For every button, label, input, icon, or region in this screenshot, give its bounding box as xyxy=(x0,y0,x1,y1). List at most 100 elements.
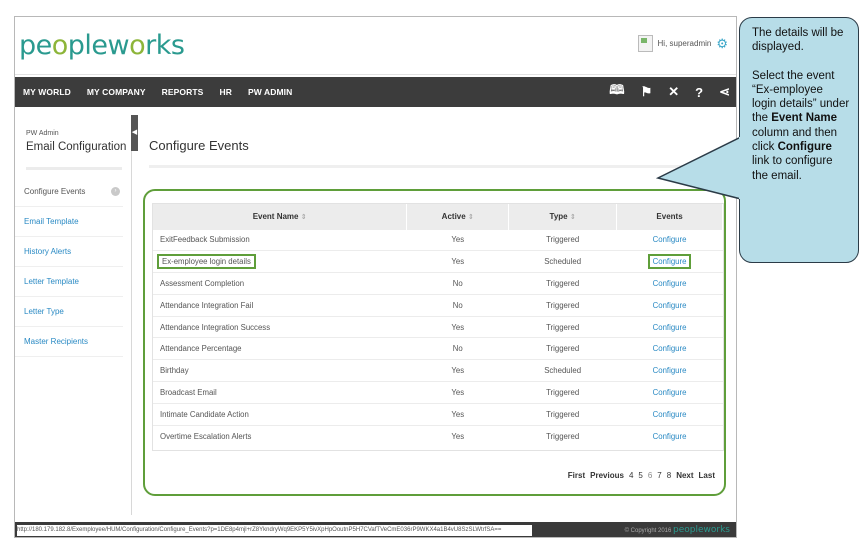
sidebar-item-label: Configure Events xyxy=(24,187,86,196)
type-cell-text: Scheduled xyxy=(544,366,582,376)
configure-link[interactable]: Configure xyxy=(653,366,687,375)
column-header-event-name[interactable]: Event Name ⇕ xyxy=(153,204,408,229)
pager-page[interactable]: 5 xyxy=(638,471,642,480)
active-cell-text: Yes xyxy=(451,431,465,441)
type-cell: Scheduled xyxy=(508,250,617,273)
nav-item-hr[interactable]: HR xyxy=(211,87,239,97)
sidebar-item-email-template[interactable]: Email Template xyxy=(15,207,123,237)
sort-icon: ⇕ xyxy=(467,213,474,221)
gear-icon[interactable]: ⚙ xyxy=(716,37,728,50)
type-cell-text: Triggered xyxy=(546,409,580,419)
type-cell-text: Triggered xyxy=(546,235,580,245)
event-name-cell: ExitFeedback Submission xyxy=(153,228,407,251)
configure-link[interactable]: Configure xyxy=(653,235,687,244)
events-cell: Configure xyxy=(616,315,723,338)
help-icon[interactable]: ? xyxy=(695,85,703,100)
pager-first[interactable]: First xyxy=(568,471,585,480)
configure-link[interactable]: Configure xyxy=(653,323,687,332)
event-name-cell: Attendance Integration Fail xyxy=(153,293,407,317)
sidebar-title: Email Configuration xyxy=(26,141,127,153)
status-url: http://180.179.182.8/Exemployee/HUM/Conf… xyxy=(17,525,532,536)
nav-item-pw-admin[interactable]: PW ADMIN xyxy=(240,87,300,97)
event-name-cell: Broadcast Email xyxy=(153,381,407,404)
sidebar-item-label: Master Recipients xyxy=(24,337,89,346)
nav-item-reports[interactable]: REPORTS xyxy=(154,87,212,97)
book-icon[interactable]: 🕮 xyxy=(609,81,624,103)
sidebar-item-letter-type[interactable]: Letter Type xyxy=(15,297,123,327)
event-name-cell-text: Ex-employee login details xyxy=(157,254,256,270)
active-cell: Yes xyxy=(406,228,509,251)
event-name-cell: Intimate Candidate Action xyxy=(153,402,407,426)
pager-page[interactable]: 8 xyxy=(667,471,671,480)
event-name-cell: Attendance Percentage xyxy=(153,337,407,360)
sidebar: PW Admin Email Configuration Configure E… xyxy=(15,115,132,515)
active-cell: Yes xyxy=(406,250,509,273)
pager-next[interactable]: Next xyxy=(676,471,693,480)
sidebar-item-label: Letter Type xyxy=(24,307,64,316)
table-row: Overtime Escalation Alerts Yes Triggered Co… xyxy=(153,424,723,447)
active-cell-text: Yes xyxy=(451,387,465,397)
nav-item-my-company[interactable]: MY COMPANY xyxy=(79,87,154,97)
sidebar-item-letter-template[interactable]: Letter Template xyxy=(15,267,123,297)
flag-icon[interactable]: ⚑ xyxy=(641,84,653,100)
sidebar-item-history-alerts[interactable]: History Alerts xyxy=(15,237,123,267)
events-cell: Configure xyxy=(616,293,723,317)
events-table: Event Name ⇕ Active ⇕ Type ⇕ Events Exit… xyxy=(153,204,723,447)
type-cell: Triggered xyxy=(508,315,617,338)
type-cell-text: Triggered xyxy=(546,387,580,397)
configure-link[interactable]: Configure xyxy=(653,301,687,310)
user-avatar[interactable] xyxy=(637,35,653,52)
peopleworks-logo[interactable]: peopleworks xyxy=(19,30,185,61)
chevron-right-icon: › xyxy=(111,187,120,196)
pager-last[interactable]: Last xyxy=(699,471,715,480)
table-header-row: Event Name ⇕ Active ⇕ Type ⇕ Events xyxy=(153,204,723,229)
pager-previous[interactable]: Previous xyxy=(590,471,624,480)
events-cell: Configure xyxy=(616,337,723,360)
configure-link[interactable]: Configure xyxy=(653,410,687,419)
events-panel: Event Name ⇕ Active ⇕ Type ⇕ Events Exit… xyxy=(143,189,726,496)
configure-link[interactable]: Configure xyxy=(653,344,687,353)
pager-page[interactable]: 4 xyxy=(629,471,633,480)
configure-link[interactable]: Configure xyxy=(653,388,687,397)
active-cell-text: Yes xyxy=(451,235,465,245)
column-header-type[interactable]: Type ⇕ xyxy=(508,204,618,229)
sidebar-item-master-recipients[interactable]: Master Recipients xyxy=(15,327,123,357)
table-row: Ex-employee login details Yes Scheduled Con… xyxy=(153,250,723,273)
table-row: Attendance Percentage No Triggered Configur… xyxy=(153,337,723,360)
event-name-cell-text: ExitFeedback Submission xyxy=(160,235,250,245)
sidebar-collapse-toggle[interactable]: ◀ xyxy=(131,115,138,151)
user-area: Hi, superadmin ⚙ xyxy=(637,35,728,52)
copyright-text: © Copyright 2016 xyxy=(624,528,672,534)
type-cell: Triggered xyxy=(508,337,617,360)
configure-link[interactable]: Configure xyxy=(653,279,687,288)
table-row: ExitFeedback Submission Yes Triggered Confi… xyxy=(153,228,723,251)
configure-link[interactable]: Configure xyxy=(653,432,687,441)
divider xyxy=(149,165,733,168)
user-greeting[interactable]: Hi, superadmin xyxy=(658,39,712,48)
active-cell-text: Yes xyxy=(451,322,465,332)
events-cell: Configure xyxy=(616,272,723,295)
footer-copyright: © Copyright 2016 peopleworks xyxy=(624,524,730,537)
type-cell: Scheduled xyxy=(508,359,617,382)
active-cell-text: Yes xyxy=(451,366,465,376)
active-cell: No xyxy=(406,272,509,295)
type-cell-text: Triggered xyxy=(546,278,580,288)
type-cell-text: Scheduled xyxy=(544,257,582,267)
events-cell: Configure xyxy=(616,250,723,273)
active-cell: No xyxy=(406,293,509,317)
configure-link[interactable]: Configure xyxy=(647,254,692,270)
pager-page[interactable]: 7 xyxy=(657,471,661,480)
breadcrumb[interactable]: PW Admin xyxy=(26,130,59,137)
active-cell: Yes xyxy=(406,424,509,447)
sidebar-item-label: History Alerts xyxy=(24,247,72,256)
callout-text-1: The details will be displayed. xyxy=(752,27,844,54)
sidebar-menu: Configure Events › Email Template Histor… xyxy=(15,177,132,357)
active-cell-text: No xyxy=(452,278,463,288)
sidebar-item-configure-events[interactable]: Configure Events › xyxy=(15,177,123,207)
active-cell-text: Yes xyxy=(451,409,465,419)
nav-item-my-world[interactable]: MY WORLD xyxy=(15,87,79,97)
tools-icon[interactable]: ✕ xyxy=(668,84,679,100)
type-cell: Triggered xyxy=(508,293,617,317)
column-header-active[interactable]: Active ⇕ xyxy=(406,204,510,229)
share-icon[interactable]: ⋖ xyxy=(719,84,730,100)
